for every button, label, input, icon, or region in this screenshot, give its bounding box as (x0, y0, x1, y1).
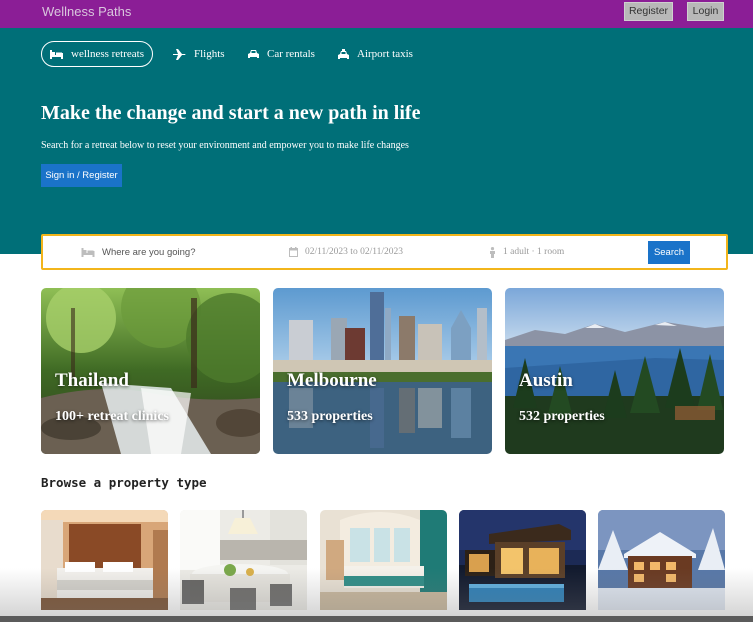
property-card-cabin[interactable] (598, 510, 725, 610)
tab-label: Car rentals (267, 48, 315, 60)
resort-room-image (320, 510, 447, 610)
modern-villa-image (459, 510, 586, 610)
apartment-kitchen-image (180, 510, 307, 610)
bottom-edge (0, 616, 753, 622)
calendar-icon (289, 247, 298, 257)
destination-title: Austin (519, 370, 573, 391)
hotel-bedroom-image (41, 510, 168, 610)
bed-icon (81, 247, 95, 257)
taxi-icon (338, 48, 349, 59)
property-type-heading: Browse a property type (41, 475, 207, 490)
destination-subtitle: 100+ retreat clinics (55, 409, 169, 424)
car-icon (248, 50, 259, 58)
hero-section: wellness retreats Flights Car rentals Ai… (0, 28, 753, 254)
property-card-resort[interactable] (320, 510, 447, 610)
plane-icon (173, 48, 186, 60)
destination-subtitle: 533 properties (287, 409, 373, 424)
dates-field[interactable]: 02/11/2023 to 02/11/2023 (289, 236, 403, 268)
destination-title: Melbourne (287, 370, 377, 391)
tab-wellness-retreats[interactable]: wellness retreats (41, 41, 153, 67)
search-bar: 02/11/2023 to 02/11/2023 1 adult · 1 roo… (41, 234, 728, 270)
dates-value: 02/11/2023 to 02/11/2023 (305, 247, 403, 257)
brand-logo[interactable]: Wellness Paths (42, 4, 131, 19)
guests-field[interactable]: 1 adult · 1 room (489, 236, 564, 268)
destination-card-melbourne[interactable]: Melbourne 533 properties (273, 288, 492, 454)
tab-flights[interactable]: Flights (173, 41, 225, 67)
destination-input[interactable] (102, 246, 262, 258)
sign-in-register-button[interactable]: Sign in / Register (41, 164, 122, 187)
hero-title: Make the change and start a new path in … (41, 102, 421, 124)
tab-label: Airport taxis (357, 48, 413, 60)
property-card-apartment[interactable] (180, 510, 307, 610)
destination-subtitle: 532 properties (519, 409, 605, 424)
property-card-hotel[interactable] (41, 510, 168, 610)
property-card-villa[interactable] (459, 510, 586, 610)
snowy-cabin-image (598, 510, 725, 610)
search-button[interactable]: Search (648, 241, 690, 264)
destination-field[interactable] (81, 236, 271, 268)
hero-subtitle: Search for a retreat below to reset your… (41, 140, 409, 151)
destination-card-thailand[interactable]: Thailand 100+ retreat clinics (41, 288, 260, 454)
guests-value: 1 adult · 1 room (503, 247, 565, 257)
register-button[interactable]: Register (624, 2, 673, 21)
tab-car-rentals[interactable]: Car rentals (248, 41, 315, 67)
destination-title: Thailand (55, 370, 129, 391)
destination-card-austin[interactable]: Austin 532 properties (505, 288, 724, 454)
bed-icon (50, 49, 63, 59)
top-bar: Wellness Paths Register Login (0, 0, 753, 28)
tab-label: wellness retreats (71, 48, 144, 60)
tab-airport-taxis[interactable]: Airport taxis (338, 41, 413, 67)
person-icon (490, 246, 495, 258)
tab-label: Flights (194, 48, 225, 60)
login-button[interactable]: Login (687, 2, 724, 21)
